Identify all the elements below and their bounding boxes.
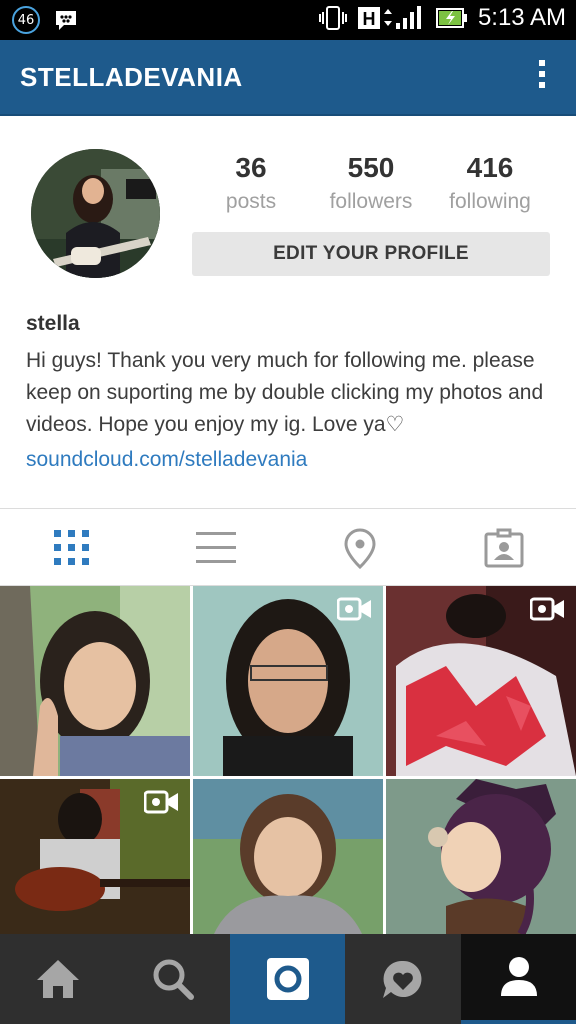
followers-stat[interactable]: 550 followers: [311, 152, 431, 214]
avatar[interactable]: [31, 149, 160, 278]
status-time: 5:13 AM: [477, 4, 566, 31]
camera-icon: [266, 958, 309, 1000]
bbm-chat-icon: [56, 11, 76, 30]
tab-tagged[interactable]: [483, 527, 525, 569]
nav-home[interactable]: [0, 934, 115, 1024]
overflow-menu-icon[interactable]: [536, 60, 548, 96]
username-title: STELLADEVANIA: [20, 62, 243, 92]
followers-count: 550: [347, 152, 395, 183]
posts-stat[interactable]: 36 posts: [191, 152, 311, 214]
nav-profile[interactable]: [461, 934, 576, 1024]
video-camera-icon: [337, 597, 371, 621]
profile-view-tabs: [0, 508, 576, 586]
tab-list[interactable]: [195, 527, 237, 569]
video-camera-icon: [530, 597, 564, 621]
following-count: 416: [466, 152, 514, 183]
tab-grid[interactable]: [51, 527, 93, 569]
grid-post-2[interactable]: [193, 586, 383, 776]
profile-name: stella: [26, 312, 80, 335]
followers-label: followers: [329, 190, 413, 213]
notification-count-badge: 46: [12, 6, 40, 34]
following-label: following: [449, 190, 531, 213]
tagged-photos-icon: [484, 528, 524, 568]
activity-heart-icon: [382, 960, 421, 998]
location-pin-icon: [344, 528, 376, 570]
status-bar: 46 H 5:13 AM: [0, 0, 576, 40]
grid-icon: [54, 530, 89, 565]
posts-label: posts: [225, 190, 277, 213]
posts-count: 36: [235, 152, 267, 183]
photo-grid: [0, 586, 576, 936]
app-bar: STELLADEVANIA: [0, 40, 576, 116]
grid-post-5[interactable]: [193, 779, 383, 936]
grid-post-3[interactable]: [386, 586, 576, 776]
post-photo: [386, 779, 576, 936]
bottom-navigation: [0, 934, 576, 1024]
vibrate-icon: [318, 6, 347, 30]
grid-post-6[interactable]: [386, 779, 576, 936]
search-icon: [153, 959, 194, 1000]
tab-places[interactable]: [339, 527, 381, 570]
network-signal-icon: H: [357, 6, 421, 29]
battery-charging-icon: [435, 8, 467, 28]
following-stat[interactable]: 416 following: [430, 152, 550, 214]
video-camera-icon: [144, 790, 178, 814]
post-photo: [0, 586, 190, 776]
nav-search[interactable]: [115, 934, 230, 1024]
home-icon: [36, 960, 79, 998]
profile-icon: [500, 957, 537, 996]
grid-post-4[interactable]: [0, 779, 190, 936]
network-type-label: H: [362, 9, 375, 29]
post-photo: [193, 779, 383, 936]
profile-bio: Hi guys! Thank you very much for followi…: [26, 349, 544, 436]
list-icon: [196, 532, 236, 563]
nav-activity[interactable]: [345, 934, 460, 1024]
grid-post-1[interactable]: [0, 586, 190, 776]
edit-profile-button[interactable]: EDIT YOUR PROFILE: [192, 232, 550, 276]
nav-camera[interactable]: [230, 934, 345, 1024]
avatar-photo: [31, 149, 160, 278]
profile-website-link[interactable]: soundcloud.com/stelladevania: [26, 448, 307, 472]
